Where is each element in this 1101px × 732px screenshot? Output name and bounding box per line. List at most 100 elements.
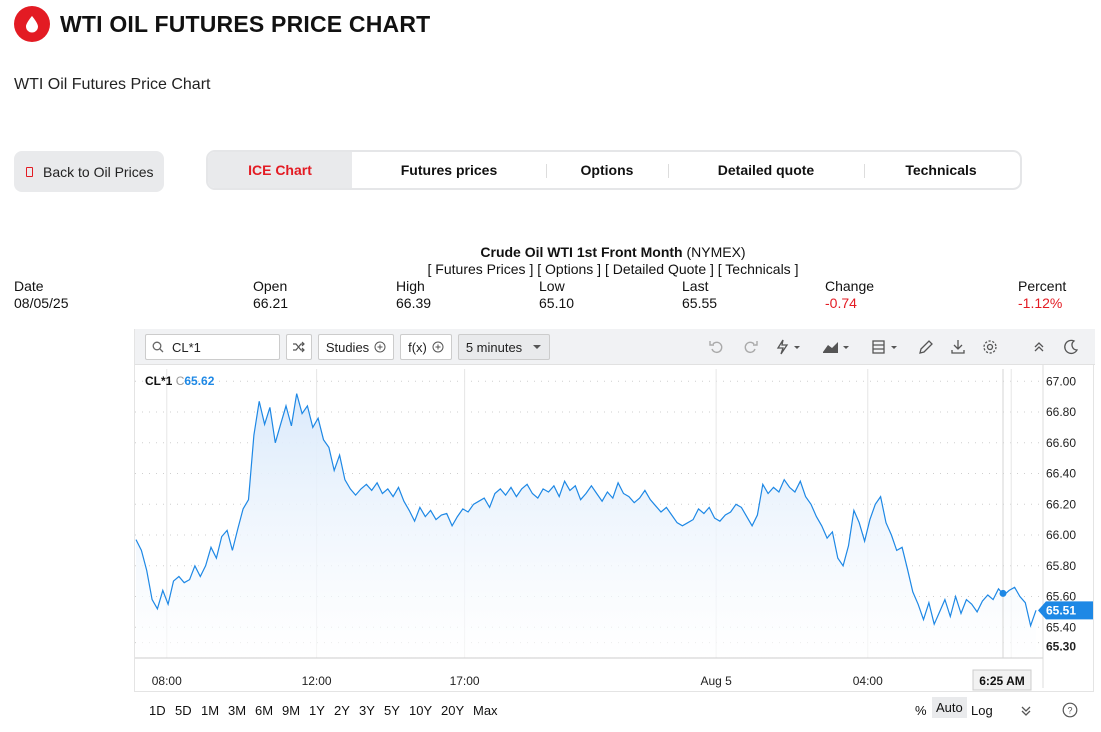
undo-icon[interactable]: [708, 338, 726, 356]
y-tick-label: 65.80: [1046, 559, 1076, 573]
range-1y[interactable]: 1Y: [309, 703, 325, 718]
interval-select[interactable]: 5 minutes: [458, 334, 550, 360]
quote-high-value: 66.39: [396, 295, 432, 311]
chart-widget: CL*1 Studies f(x) 5 minutes 67.00 66.80 66…: [134, 329, 1095, 718]
legend-marker: C: [176, 374, 185, 388]
symbol-search-input[interactable]: CL*1: [145, 334, 280, 360]
chart-tabs: ICE Chart Futures prices Options Detaile…: [206, 150, 1022, 190]
legend-value: 65.62: [184, 374, 214, 388]
studies-label: Studies: [325, 339, 370, 355]
quote-low-value: 65.10: [539, 295, 575, 311]
range-2y[interactable]: 2Y: [334, 703, 350, 718]
range-1m[interactable]: 1M: [201, 703, 219, 718]
quote-title: Crude Oil WTI 1st Front Month (NYMEX): [0, 244, 1101, 260]
pencil-icon[interactable]: [917, 338, 935, 356]
page-title: WTI OIL FUTURES PRICE CHART: [60, 10, 431, 37]
back-arrow-icon: [26, 166, 33, 177]
quote-open: Open 66.21: [253, 278, 288, 312]
price-chart[interactable]: 67.0066.8066.6066.4066.2066.0065.8065.60…: [135, 365, 1095, 692]
range-5d[interactable]: 5D: [175, 703, 192, 718]
x-tick-label: 12:00: [302, 674, 332, 688]
quote-percent-value: -1.12%: [1018, 295, 1063, 311]
scale-auto-toggle[interactable]: Auto: [932, 697, 967, 718]
y-tick-label: 66.00: [1046, 528, 1076, 542]
price-area: [136, 393, 1036, 658]
plus-circle-icon: [432, 341, 444, 353]
quote-percent: Percent -1.12%: [1018, 278, 1066, 312]
link-technicals[interactable]: [ Technicals ]: [718, 261, 799, 277]
help-icon[interactable]: ?: [1062, 702, 1078, 718]
range-max[interactable]: Max: [473, 703, 498, 718]
range-20y[interactable]: 20Y: [441, 703, 464, 718]
quote-open-value: 66.21: [253, 295, 289, 311]
contract-name: Crude Oil WTI 1st Front Month: [480, 244, 683, 260]
studies-button[interactable]: Studies: [318, 334, 394, 360]
back-to-oil-prices-button[interactable]: Back to Oil Prices: [14, 151, 164, 192]
range-5y[interactable]: 5Y: [384, 703, 400, 718]
function-label: f(x): [408, 339, 427, 355]
crosshair-time-label: 6:25 AM: [979, 674, 1025, 688]
range-9m[interactable]: 9M: [282, 703, 300, 718]
quote-links: [ Futures Prices ] [ Options ] [ Detaile…: [0, 261, 1101, 277]
compare-button[interactable]: [286, 334, 312, 360]
y-tick-label: 66.80: [1046, 405, 1076, 419]
quote-low-label: Low: [539, 278, 565, 294]
quote-last-value: 65.55: [682, 295, 718, 311]
quote-change-label: Change: [825, 278, 875, 294]
search-icon: [152, 341, 164, 353]
lightning-icon[interactable]: [774, 338, 804, 356]
tab-detailed-quote[interactable]: Detailed quote: [668, 152, 864, 188]
gear-icon[interactable]: [981, 338, 999, 356]
quote-low: Low 65.10: [539, 278, 574, 312]
quote-high-label: High: [396, 278, 425, 294]
quote-open-label: Open: [253, 278, 288, 294]
function-button[interactable]: f(x): [400, 334, 452, 360]
scale-percent-toggle[interactable]: %: [915, 703, 927, 718]
download-icon[interactable]: [949, 338, 967, 356]
crosshair-dot: [999, 589, 1007, 597]
y-tick-label: 67.00: [1046, 374, 1076, 388]
x-tick-label: 04:00: [853, 674, 883, 688]
redo-icon[interactable]: [741, 338, 759, 356]
tab-futures-prices[interactable]: Futures prices: [352, 152, 546, 188]
tab-technicals[interactable]: Technicals: [864, 152, 1018, 188]
quote-change: Change -0.74: [825, 278, 874, 312]
interval-label: 5 minutes: [465, 339, 523, 355]
chevron-down-icon: [533, 345, 542, 349]
link-detailed-quote[interactable]: [ Detailed Quote ]: [605, 261, 714, 277]
y-tick-label: 65.30: [1046, 640, 1076, 654]
y-tick-label: 65.40: [1046, 620, 1076, 634]
moon-icon[interactable]: [1062, 338, 1080, 356]
back-button-label: Back to Oil Prices: [43, 163, 154, 180]
oil-drop-icon: [14, 6, 50, 42]
plus-circle-icon: [374, 341, 386, 353]
tab-ice-chart[interactable]: ICE Chart: [208, 152, 352, 188]
link-futures-prices[interactable]: [ Futures Prices ]: [428, 261, 534, 277]
last-price-label: 65.51: [1046, 603, 1076, 617]
quote-date: Date 08/05/25: [14, 278, 69, 312]
quote-last-label: Last: [682, 278, 709, 294]
layout-icon[interactable]: [871, 338, 901, 356]
svg-text:?: ?: [1067, 706, 1072, 716]
page-header: WTI OIL FUTURES PRICE CHART: [14, 6, 430, 42]
scale-log-toggle[interactable]: Log: [971, 703, 993, 718]
symbol-value: CL*1: [172, 339, 201, 355]
range-6m[interactable]: 6M: [255, 703, 273, 718]
chart-toolbar: CL*1 Studies f(x) 5 minutes: [135, 329, 1095, 365]
exchange-name: (NYMEX): [682, 244, 746, 260]
range-3m[interactable]: 3M: [228, 703, 246, 718]
quote-change-value: -0.74: [825, 295, 857, 311]
chart-type-icon[interactable]: [821, 338, 853, 356]
page-subtitle: WTI Oil Futures Price Chart: [14, 76, 211, 93]
quote-date-label: Date: [14, 278, 44, 294]
range-1d[interactable]: 1D: [149, 703, 166, 718]
link-options[interactable]: [ Options ]: [537, 261, 601, 277]
chart-legend: CL*1 C65.62: [145, 374, 215, 388]
quote-high: High 66.39: [396, 278, 431, 312]
range-3y[interactable]: 3Y: [359, 703, 375, 718]
tab-options[interactable]: Options: [546, 152, 668, 188]
x-tick-label: 17:00: [450, 674, 480, 688]
double-chevron-down-icon[interactable]: [1020, 705, 1032, 717]
range-10y[interactable]: 10Y: [409, 703, 432, 718]
collapse-icon[interactable]: [1030, 338, 1048, 356]
